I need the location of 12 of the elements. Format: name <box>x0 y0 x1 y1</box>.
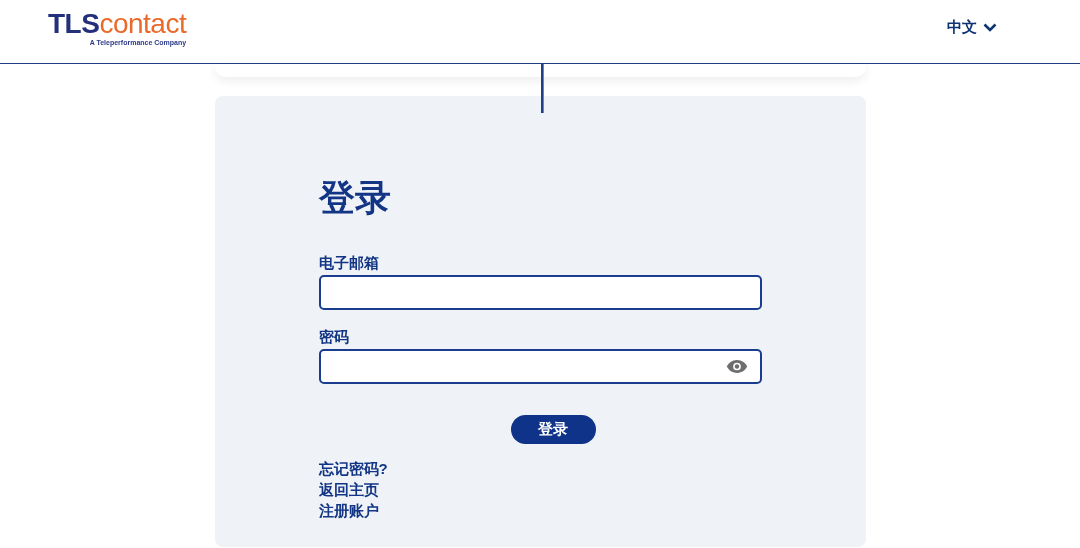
language-selector[interactable]: 中文 <box>947 18 997 37</box>
eye-icon[interactable] <box>725 359 748 374</box>
field-label: 电子邮箱 <box>318 253 379 273</box>
page-title: 登录 <box>318 176 391 220</box>
password-field[interactable] <box>318 349 762 384</box>
login-button[interactable]: 登录 <box>510 415 596 444</box>
chevron-down-icon <box>983 23 997 32</box>
text-link[interactable]: 忘记密码? <box>318 458 388 479</box>
text-link[interactable]: 返回主页 <box>318 479 379 500</box>
text-link[interactable]: 注册账户 <box>318 500 379 521</box>
field-label: 密码 <box>318 327 349 347</box>
email-field[interactable] <box>318 275 762 310</box>
